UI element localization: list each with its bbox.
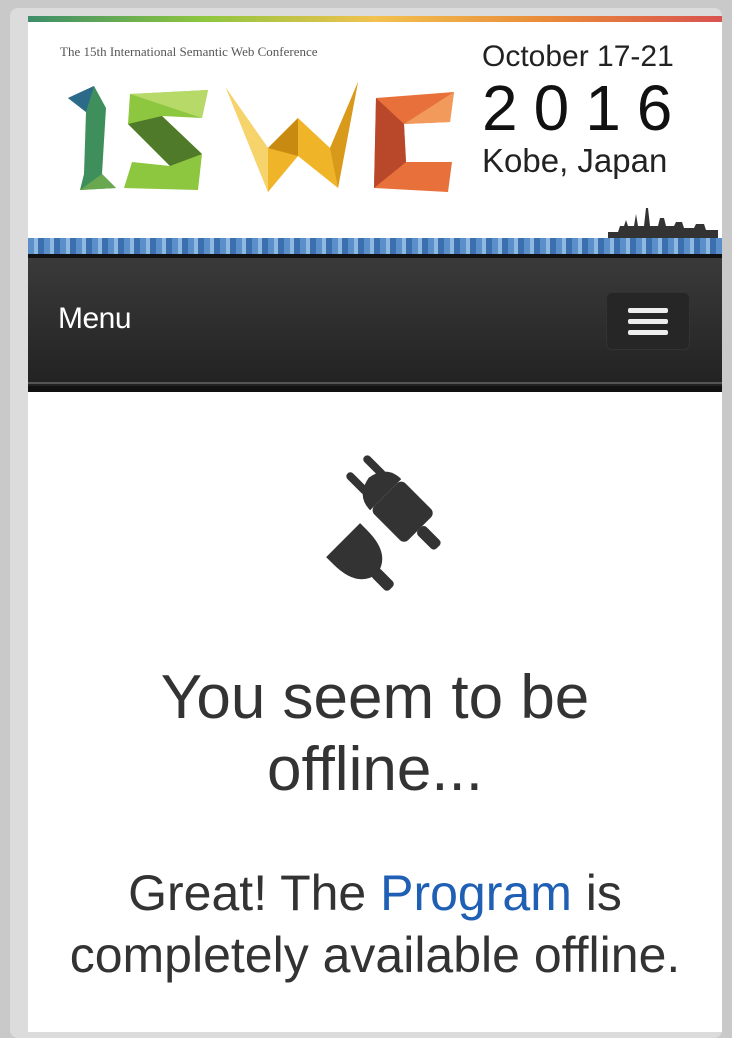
- wave-strip: [28, 238, 722, 254]
- date-range: October 17-21: [482, 40, 674, 73]
- offline-message: Great! The Program is completely availab…: [58, 862, 692, 986]
- rainbow-strip: [28, 16, 722, 22]
- hamburger-icon: [628, 308, 668, 313]
- offline-content: You seem to be offline... Great! The Pro…: [28, 440, 722, 986]
- kobe-skyline-icon: [608, 208, 718, 240]
- offline-title: You seem to be offline...: [160, 663, 590, 804]
- iswc-logo[interactable]: [58, 78, 458, 198]
- menu-toggle-button[interactable]: [606, 292, 690, 350]
- program-link[interactable]: Program: [380, 865, 572, 921]
- navbar: Menu: [28, 254, 722, 392]
- conference-tagline: The 15th International Semantic Web Conf…: [60, 44, 318, 59]
- location: Kobe, Japan: [482, 142, 668, 179]
- conference-banner: The 15th International Semantic Web Conf…: [28, 16, 722, 254]
- message-prefix: Great! The: [128, 865, 381, 921]
- year: 2016: [482, 72, 689, 144]
- hamburger-icon: [628, 319, 668, 324]
- date-block: October 17-21 2016 Kobe, Japan: [482, 38, 698, 182]
- screen: The 15th International Semantic Web Conf…: [28, 16, 722, 1032]
- menu-label[interactable]: Menu: [58, 302, 132, 336]
- unplugged-icon: [326, 455, 441, 591]
- hamburger-icon: [628, 330, 668, 335]
